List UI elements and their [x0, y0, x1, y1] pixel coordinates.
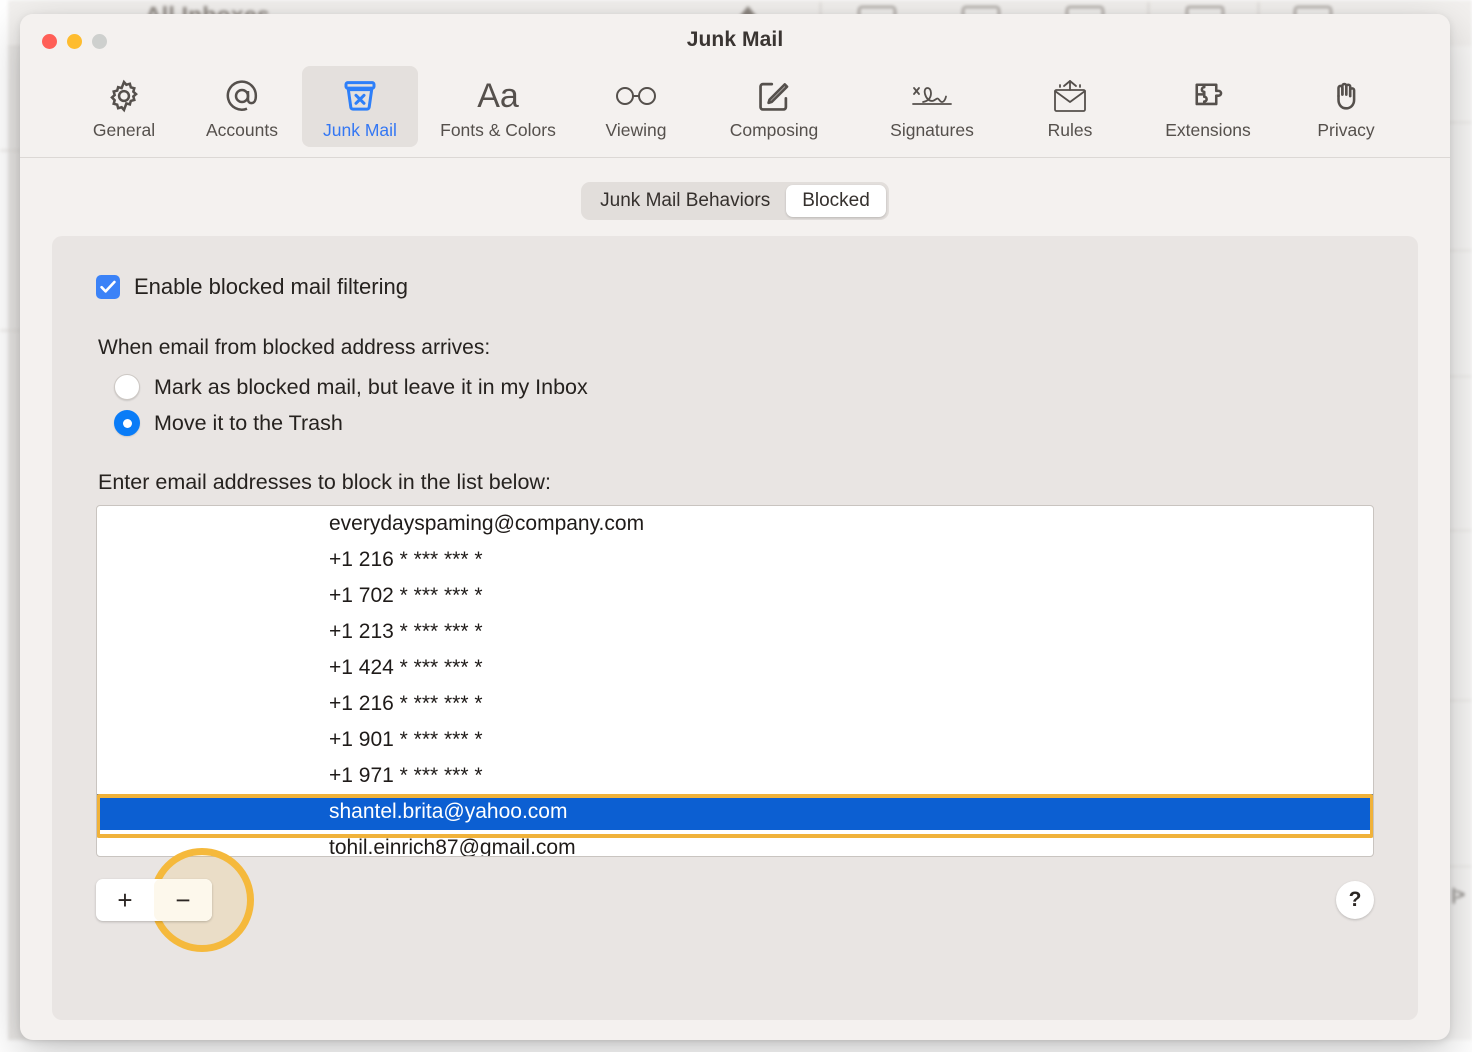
list-footer-toolbar: + − ? [96, 848, 1374, 952]
junk-bin-icon [340, 74, 380, 118]
enable-blocked-filtering-label: Enable blocked mail filtering [134, 274, 408, 299]
signature-icon [909, 74, 955, 118]
tab-rules-label: Rules [1047, 120, 1093, 140]
compose-pencil-icon [755, 74, 793, 118]
window-title: Junk Mail [686, 28, 784, 51]
blocked-list-label: Enter email addresses to block in the li… [98, 470, 551, 494]
segment-blocked[interactable]: Blocked [786, 185, 886, 217]
tab-composing-label: Composing [729, 120, 819, 140]
list-item[interactable]: +1 424 * *** *** * [97, 650, 1373, 686]
help-button[interactable]: ? [1336, 881, 1374, 919]
hand-icon [1328, 74, 1364, 118]
tab-accounts[interactable]: Accounts [184, 66, 300, 147]
tab-signatures-label: Signatures [890, 120, 974, 140]
gear-icon [105, 74, 143, 118]
blocked-arrival-question: When email from blocked address arrives: [98, 336, 491, 359]
segmented-control-row: Junk Mail Behaviors Blocked [52, 182, 1418, 220]
tab-extensions-label: Extensions [1165, 120, 1251, 140]
enable-blocked-filtering-checkbox[interactable] [96, 275, 120, 299]
add-remove-button-group: + − [96, 879, 212, 921]
list-item[interactable]: tohil.einrich87@gmail.com [97, 830, 1373, 856]
radio-row-move-to-trash[interactable]: Move it to the Trash [114, 410, 1374, 436]
rules-envelope-icon [1049, 74, 1091, 118]
list-item[interactable]: +1 971 * *** *** * [97, 758, 1373, 794]
tab-viewing[interactable]: Viewing [578, 66, 694, 147]
tab-privacy-label: Privacy [1317, 120, 1375, 140]
preferences-toolbar: General Accounts Junk Mail Aa Fonts & Co… [20, 66, 1450, 158]
glasses-icon [613, 74, 659, 118]
tab-signatures[interactable]: Signatures [854, 66, 1010, 147]
list-item[interactable]: +1 702 * *** *** * [97, 578, 1373, 614]
list-item[interactable]: everydayspaming@company.com [97, 506, 1373, 542]
radio-move-to-trash[interactable] [114, 410, 140, 436]
blocked-settings-panel: Enable blocked mail filtering When email… [52, 236, 1418, 1020]
add-address-button[interactable]: + [96, 879, 154, 921]
remove-address-button[interactable]: − [154, 879, 212, 921]
tab-accounts-label: Accounts [206, 120, 278, 140]
preferences-content: Junk Mail Behaviors Blocked Enable block… [20, 158, 1450, 1040]
list-item[interactable]: +1 216 * *** *** * [97, 542, 1373, 578]
tab-junk-mail-label: Junk Mail [323, 120, 397, 140]
puzzle-piece-icon [1189, 74, 1227, 118]
radio-mark-as-blocked-label: Mark as blocked mail, but leave it in my… [154, 374, 588, 399]
enable-blocked-filtering-row[interactable]: Enable blocked mail filtering [96, 274, 1374, 300]
junk-mail-preferences-window: Junk Mail General Accounts Junk Mail Aa … [20, 14, 1450, 1040]
radio-move-to-trash-label: Move it to the Trash [154, 410, 343, 435]
radio-row-mark-as-blocked[interactable]: Mark as blocked mail, but leave it in my… [114, 374, 1374, 400]
tab-composing[interactable]: Composing [696, 66, 852, 147]
radio-mark-as-blocked[interactable] [114, 374, 140, 400]
list-item[interactable]: +1 216 * *** *** * [97, 686, 1373, 722]
segment-junk-mail-behaviors[interactable]: Junk Mail Behaviors [584, 185, 786, 217]
blocked-action-radio-group: Mark as blocked mail, but leave it in my… [114, 374, 1374, 436]
list-item-selected[interactable]: shantel.brita@yahoo.com [97, 794, 1373, 830]
blocked-addresses-list[interactable]: everydayspaming@company.com +1 216 * ***… [96, 505, 1374, 857]
window-titlebar: Junk Mail [20, 14, 1450, 66]
tab-junk-mail[interactable]: Junk Mail [302, 66, 418, 147]
tab-fonts-and-colors[interactable]: Aa Fonts & Colors [420, 66, 576, 147]
at-sign-icon [222, 74, 262, 118]
tab-general-label: General [92, 120, 156, 140]
segmented-control: Junk Mail Behaviors Blocked [581, 182, 889, 220]
tab-viewing-label: Viewing [605, 120, 667, 140]
tab-privacy[interactable]: Privacy [1288, 66, 1404, 147]
tab-rules[interactable]: Rules [1012, 66, 1128, 147]
aa-text-icon: Aa [477, 77, 519, 115]
list-item[interactable]: +1 213 * *** *** * [97, 614, 1373, 650]
tab-general[interactable]: General [66, 66, 182, 147]
list-item[interactable]: +1 901 * *** *** * [97, 722, 1373, 758]
tab-extensions[interactable]: Extensions [1130, 66, 1286, 147]
tab-fonts-and-colors-label: Fonts & Colors [440, 120, 556, 140]
background-expand-chevron-icon: |> [1451, 885, 1465, 904]
